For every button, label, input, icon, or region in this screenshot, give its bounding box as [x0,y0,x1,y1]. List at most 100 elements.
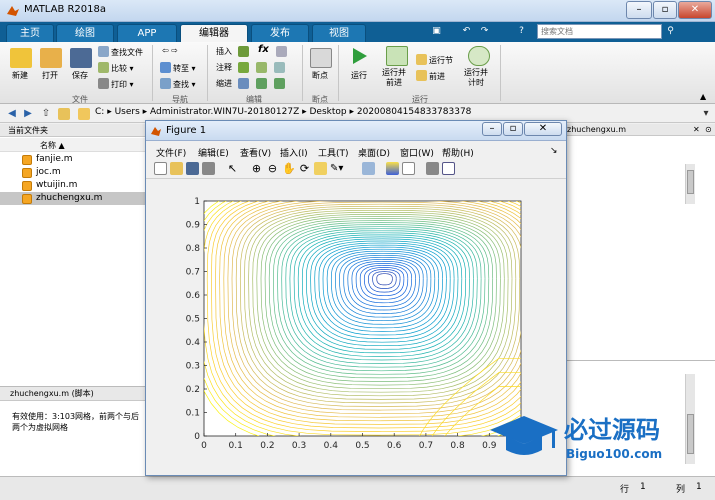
insert-button[interactable]: 插入 [216,46,232,57]
save-quick-icon[interactable]: ▣ [430,25,443,38]
new-button[interactable]: 新建 [12,70,28,81]
menu-desktop[interactable]: 桌面(D) [358,146,390,159]
save-icon[interactable] [70,48,92,68]
close-button[interactable]: ✕ [678,1,712,19]
smart-indent-icon[interactable] [238,78,249,89]
new-icon[interactable] [10,48,32,68]
tab-editor[interactable]: 编辑器 [180,24,248,42]
breakpoints-icon[interactable] [310,48,332,68]
indent-button[interactable]: 缩进 [216,78,232,89]
comment-button[interactable]: 注释 [216,62,232,73]
goto-button[interactable]: 转至 ▾ [160,62,196,74]
breadcrumb-item[interactable]: Desktop [310,107,347,117]
zoom-out-icon[interactable]: ⊖ [266,162,279,175]
figure-minimize-button[interactable]: – [482,122,502,136]
scrollbar-thumb[interactable] [687,170,694,194]
select-arrow-icon[interactable]: ↖ [226,162,239,175]
goto-arrows-icon[interactable]: ⇦ ⇨ [162,46,178,55]
zoom-in-icon[interactable]: ⊕ [250,162,263,175]
breadcrumb-item[interactable]: C: [95,107,104,117]
up-folder-icon[interactable]: ⇧ [40,108,52,120]
rotate-3d-icon[interactable]: ⟳ [298,162,311,175]
open-button[interactable]: 打开 [42,70,58,81]
insert-section-icon[interactable] [238,46,249,57]
minimize-button[interactable]: – [626,1,652,19]
tab-publish[interactable]: 发布 [251,24,309,42]
tab-plots[interactable]: 绘图 [56,24,114,42]
breadcrumb-item[interactable]: Users [115,107,140,117]
run-time-icon[interactable] [468,46,490,66]
browse-folder-icon[interactable] [58,108,70,120]
data-cursor-icon[interactable] [314,162,327,175]
save-button[interactable]: 保存 [72,70,88,81]
list-item[interactable]: wtuijin.m [0,179,150,192]
editor-scrollbar[interactable] [685,164,695,204]
comment-percent-icon[interactable] [238,62,249,73]
new-figure-icon[interactable] [154,162,167,175]
run-icon[interactable] [348,46,370,66]
back-icon[interactable]: ◀ [6,108,18,120]
run-advance-icon[interactable] [386,46,408,66]
redo-quick-icon[interactable]: ↷ [478,25,491,38]
list-item[interactable]: fanjie.m [0,153,150,166]
breadcrumb-item[interactable]: Administrator.WIN7U-20180127Z [150,107,299,117]
menu-edit[interactable]: 编辑(E) [198,146,229,159]
panel-menu-icon[interactable]: ⊙ [705,124,712,136]
breakpoints-button[interactable]: 断点 [312,70,328,81]
compare-button[interactable]: 比较 ▾ [98,62,134,74]
insert-dropdown-icon[interactable] [276,46,287,57]
hide-tools-icon[interactable] [426,162,439,175]
advance-button[interactable]: 前进 [416,70,445,82]
run-section-button[interactable]: 运行节 [416,54,453,66]
figure-title-bar[interactable]: Figure 1 – ▫ ✕ [146,121,566,141]
maximize-button[interactable]: ▫ [653,1,677,19]
fx-button[interactable]: fx [258,44,269,55]
decrease-indent-icon[interactable] [256,78,267,89]
collapse-ribbon-icon[interactable]: ▲ [700,92,706,101]
search-documentation-input[interactable]: 搜索文档 [537,24,662,39]
menu-insert[interactable]: 插入(I) [280,146,308,159]
run-button[interactable]: 运行 [351,70,367,81]
save-figure-icon[interactable] [186,162,199,175]
pan-hand-icon[interactable]: ✋ [282,162,296,175]
tab-apps[interactable]: APP [117,24,177,42]
editor-tab-label[interactable]: zhuchengxu.m ✕ ⊙ [565,124,715,136]
increase-indent-icon[interactable] [274,78,285,89]
column-header-name[interactable]: 名称 ▲ [0,138,150,152]
menu-tools[interactable]: 工具(T) [318,146,349,159]
breadcrumb[interactable]: C: ▸ Users ▸ Administrator.WIN7U-2018012… [95,107,471,117]
link-plot-icon[interactable] [362,162,375,175]
menu-view[interactable]: 查看(V) [240,146,271,159]
tab-view[interactable]: 视图 [312,24,366,42]
help-quick-icon[interactable]: ? [515,25,528,38]
menu-window[interactable]: 窗口(W) [400,146,434,159]
colorbar-icon[interactable] [386,162,399,175]
open-file-icon[interactable] [170,162,183,175]
menu-help[interactable]: 帮助(H) [442,146,474,159]
figure-close-button[interactable]: ✕ [524,122,562,136]
forward-icon[interactable]: ▶ [22,108,34,120]
figure-maximize-button[interactable]: ▫ [503,122,523,136]
list-item[interactable]: zhuchengxu.m [0,192,150,205]
uncomment-icon[interactable] [256,62,267,73]
run-advance-button[interactable]: 运行并 前进 [382,68,406,88]
open-folder-icon[interactable] [40,48,62,68]
breadcrumb-item[interactable]: 20200804154833783378 [357,107,472,117]
find-button[interactable]: 查找 ▾ [160,78,196,90]
run-time-button[interactable]: 运行并 计时 [464,68,488,88]
panel-close-icon[interactable]: ✕ [693,124,700,136]
wrap-comments-icon[interactable] [274,62,285,73]
find-files-button[interactable]: 查找文件 [98,46,143,58]
print-figure-icon[interactable] [202,162,215,175]
menu-dock-icon[interactable]: ↘ [550,146,558,156]
search-icon[interactable]: ⚲ [664,25,677,38]
list-item[interactable]: joc.m [0,166,150,179]
address-dropdown-icon[interactable]: ▾ [700,108,712,120]
brush-icon[interactable]: ✎▾ [330,162,343,175]
menu-file[interactable]: 文件(F) [156,146,186,159]
tab-home[interactable]: 主页 [6,24,54,42]
undo-quick-icon[interactable]: ↶ [460,25,473,38]
print-button[interactable]: 打印 ▾ [98,78,134,90]
legend-icon[interactable] [402,162,415,175]
show-tools-icon[interactable] [442,162,455,175]
